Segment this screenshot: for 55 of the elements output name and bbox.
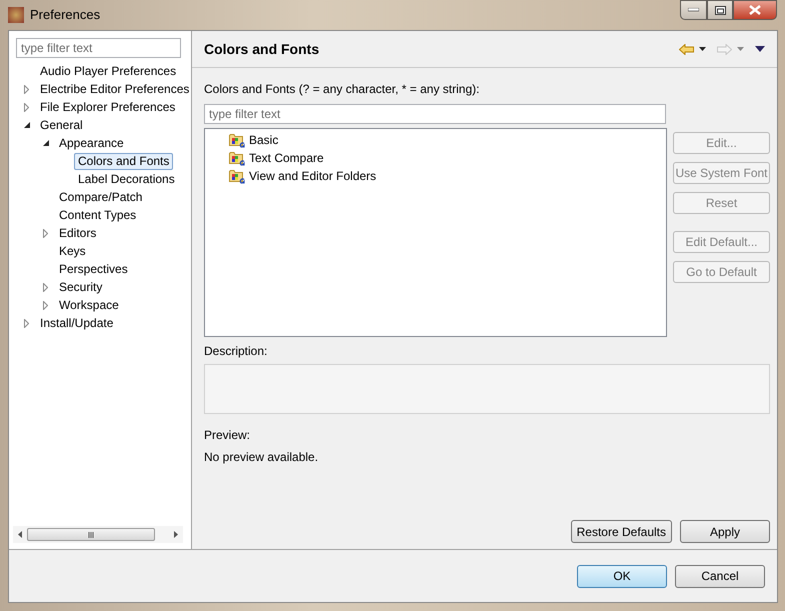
- tree-item[interactable]: Perspectives: [55, 260, 132, 278]
- folder-icon: [229, 132, 246, 148]
- caret-icon[interactable]: [699, 47, 706, 51]
- tree-item[interactable]: Editors: [55, 224, 100, 242]
- collapsed-arrow-icon[interactable]: [43, 300, 48, 310]
- category-item[interactable]: View and Editor Folders: [249, 167, 376, 185]
- tree-item[interactable]: Colors and Fonts: [74, 152, 174, 170]
- expanded-arrow-icon[interactable]: [24, 122, 30, 128]
- tree-item[interactable]: Keys: [55, 242, 90, 260]
- page-title: Colors and Fonts: [204, 40, 320, 58]
- app-icon: [8, 7, 24, 23]
- tree-item[interactable]: Label Decorations: [74, 170, 179, 188]
- description-label: Description:: [204, 343, 268, 360]
- window-title: Preferences: [30, 6, 100, 24]
- view-menu-icon[interactable]: [755, 46, 765, 52]
- back-arrow-icon[interactable]: [679, 44, 694, 54]
- scroll-right-arrow-icon[interactable]: [174, 531, 178, 538]
- preview-label: Preview:: [204, 427, 252, 444]
- scroll-left-arrow-icon[interactable]: [18, 531, 22, 538]
- tree-item[interactable]: File Explorer Preferences: [36, 98, 180, 116]
- close-button[interactable]: [733, 0, 777, 20]
- category-item[interactable]: Basic: [249, 131, 278, 149]
- dialog-button[interactable]: OK: [577, 564, 667, 588]
- collapsed-arrow-icon[interactable]: [24, 102, 29, 112]
- grip-icon: [88, 532, 94, 538]
- horizontal-scrollbar[interactable]: [13, 526, 183, 543]
- filter-field[interactable]: type filter text: [204, 104, 666, 124]
- maximize-button[interactable]: [707, 0, 733, 20]
- filter-field[interactable]: type filter text: [16, 38, 181, 58]
- collapsed-arrow-icon[interactable]: [43, 228, 48, 238]
- folder-icon: [229, 168, 246, 184]
- minimize-button[interactable]: [680, 0, 707, 20]
- close-icon: [749, 5, 761, 15]
- tree-item[interactable]: Workspace: [55, 296, 123, 314]
- expanded-arrow-icon[interactable]: [42, 140, 48, 146]
- collapsed-arrow-icon[interactable]: [24, 318, 29, 328]
- collapsed-arrow-icon[interactable]: [43, 282, 48, 292]
- tree-item[interactable]: Security: [55, 278, 106, 296]
- maximize-icon: [714, 6, 726, 14]
- page-button[interactable]: Apply: [680, 520, 770, 543]
- page-button[interactable]: Restore Defaults: [570, 520, 672, 543]
- folder-icon: [229, 150, 246, 166]
- tree-item[interactable]: Content Types: [55, 206, 140, 224]
- filter-label: Colors and Fonts (? = any character, * = any string):: [204, 81, 480, 98]
- minimize-icon: [688, 8, 699, 12]
- tree-item[interactable]: Appearance: [55, 134, 128, 152]
- collapsed-arrow-icon[interactable]: [24, 84, 29, 94]
- tree-item[interactable]: Compare/Patch: [55, 188, 146, 206]
- dialog-button[interactable]: Cancel: [675, 564, 765, 588]
- tree-item[interactable]: General: [36, 116, 87, 134]
- tree-item[interactable]: Electribe Editor Preferences: [36, 80, 194, 98]
- tree-item[interactable]: Install/Update: [36, 314, 118, 332]
- category-item[interactable]: Text Compare: [249, 149, 324, 167]
- preview-text: No preview available.: [204, 449, 320, 466]
- tree-item[interactable]: Audio Player Preferences: [36, 62, 180, 80]
